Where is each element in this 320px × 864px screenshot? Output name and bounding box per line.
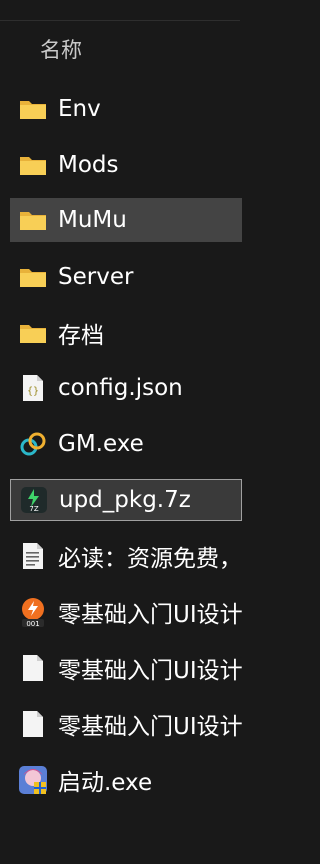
folder-icon xyxy=(18,205,48,235)
file-row-gm-exe[interactable]: GM.exe xyxy=(10,422,242,466)
file-name: 启动.exe xyxy=(58,770,153,796)
file-row-env[interactable]: Env xyxy=(10,87,242,131)
file-name: 零基础入门UI设计 xyxy=(58,602,243,628)
file-row-mods[interactable]: Mods xyxy=(10,143,242,187)
file-name: GM.exe xyxy=(58,431,144,457)
video-file-icon: 001 xyxy=(18,597,48,627)
file-row-ui-course-video[interactable]: 001 零基础入门UI设计 xyxy=(10,590,243,634)
folder-icon xyxy=(18,318,48,348)
file-row-upd-pkg-7z[interactable]: 7Z upd_pkg.7z xyxy=(10,479,242,521)
file-name: config.json xyxy=(58,375,183,401)
file-row-mumu[interactable]: MuMu xyxy=(10,198,242,242)
file-name: Mods xyxy=(58,152,119,178)
link-app-icon xyxy=(18,429,48,459)
file-row-save[interactable]: 存档 xyxy=(10,311,242,355)
file-name: Env xyxy=(58,96,101,122)
file-row-ui-course-2[interactable]: 零基础入门UI设计 xyxy=(10,646,243,690)
svg-text:{}: {} xyxy=(27,386,39,397)
file-row-config-json[interactable]: {} config.json xyxy=(10,366,242,410)
7z-archive-icon: 7Z xyxy=(19,485,49,515)
file-name: upd_pkg.7z xyxy=(59,487,191,513)
text-file-icon xyxy=(18,541,48,571)
svg-text:7Z: 7Z xyxy=(29,505,38,513)
folder-icon xyxy=(18,262,48,292)
file-name: 零基础入门UI设计 xyxy=(58,658,243,684)
blank-file-icon xyxy=(18,653,48,683)
folder-icon xyxy=(18,150,48,180)
blank-file-icon xyxy=(18,709,48,739)
file-row-server[interactable]: Server xyxy=(10,255,242,299)
file-name: Server xyxy=(58,264,134,290)
top-divider xyxy=(0,0,240,21)
anime-app-icon xyxy=(18,765,48,795)
svg-text:001: 001 xyxy=(26,620,39,627)
file-name: 必读：资源免费， xyxy=(58,546,242,572)
json-file-icon: {} xyxy=(18,373,48,403)
file-name: 存档 xyxy=(58,323,104,349)
file-row-readme[interactable]: 必读：资源免费， xyxy=(10,534,242,578)
folder-icon xyxy=(18,94,48,124)
file-name: MuMu xyxy=(58,207,127,233)
file-name: 零基础入门UI设计 xyxy=(58,714,243,740)
column-header-name[interactable]: 名称 xyxy=(40,30,82,70)
file-row-launch-exe[interactable]: 启动.exe xyxy=(10,758,242,802)
file-row-ui-course-3[interactable]: 零基础入门UI设计 xyxy=(10,702,243,746)
